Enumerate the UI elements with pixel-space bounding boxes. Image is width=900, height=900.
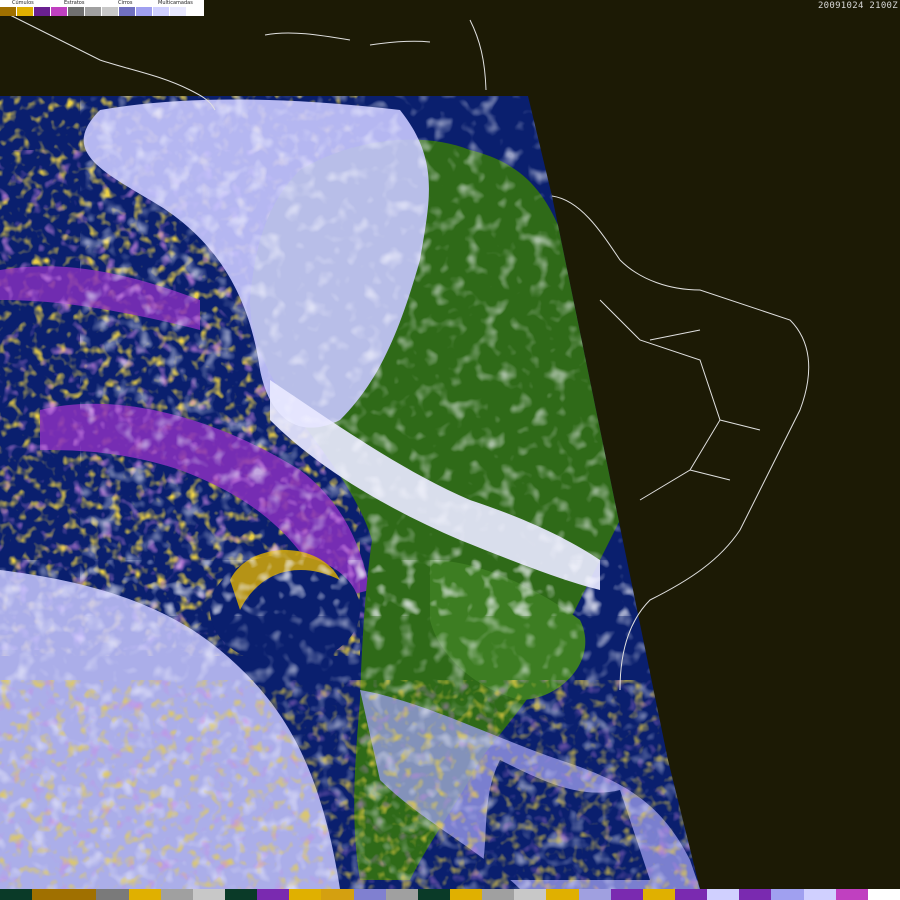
bottom-bar-swatch bbox=[546, 889, 579, 900]
legend-label-stratus: Estratos bbox=[64, 0, 85, 6]
legend-swatch bbox=[136, 7, 153, 16]
legend-swatch bbox=[85, 7, 102, 16]
image-timestamp: 20091024 2100Z bbox=[817, 1, 898, 11]
bottom-bar-swatch bbox=[224, 889, 258, 900]
bottom-bar-swatch bbox=[674, 889, 708, 900]
bottom-bar-swatch bbox=[160, 889, 193, 900]
bottom-bar-swatch bbox=[642, 889, 675, 900]
bottom-bar-swatch bbox=[739, 889, 772, 900]
bottom-color-bar bbox=[0, 889, 900, 900]
bottom-bar-swatch bbox=[96, 889, 129, 900]
legend-swatch bbox=[102, 7, 119, 16]
legend-swatch bbox=[0, 7, 17, 16]
legend-swatch bbox=[153, 7, 170, 16]
bottom-bar-swatch bbox=[803, 889, 836, 900]
legend-swatch bbox=[51, 7, 68, 16]
bottom-bar-swatch bbox=[867, 889, 900, 900]
bottom-bar-swatch bbox=[449, 889, 483, 900]
legend-swatch bbox=[119, 7, 136, 16]
bottom-bar-swatch bbox=[321, 889, 354, 900]
bottom-bar-swatch bbox=[417, 889, 450, 900]
bottom-bar-swatch bbox=[353, 889, 386, 900]
legend-swatch bbox=[187, 7, 204, 16]
bottom-bar-swatch bbox=[64, 889, 97, 900]
legend-swatch bbox=[68, 7, 85, 16]
legend-swatch bbox=[17, 7, 34, 16]
bottom-bar-swatch bbox=[514, 889, 547, 900]
bottom-bar-swatch bbox=[385, 889, 418, 900]
bottom-bar-swatch bbox=[707, 889, 740, 900]
stratus-speckle-south bbox=[0, 680, 700, 889]
bottom-bar-swatch bbox=[835, 889, 868, 900]
legend-swatch bbox=[34, 7, 51, 16]
cloud-type-legend: Cúmulos Estratos Cirros Multicamadas bbox=[0, 0, 204, 16]
bottom-bar-swatch bbox=[192, 889, 225, 900]
bottom-bar-swatch bbox=[482, 889, 515, 900]
bottom-bar-swatch bbox=[289, 889, 322, 900]
legend-swatch bbox=[170, 7, 187, 16]
legend-label-cumulus: Cúmulos bbox=[12, 0, 34, 6]
bottom-bar-swatch bbox=[32, 889, 65, 900]
bottom-bar-swatch bbox=[257, 889, 290, 900]
bottom-bar-swatch bbox=[610, 889, 643, 900]
legend-labels: Cúmulos Estratos Cirros Multicamadas bbox=[0, 0, 204, 7]
legend-swatches bbox=[0, 7, 204, 16]
bottom-bar-swatch bbox=[0, 889, 33, 900]
bottom-bar-swatch bbox=[771, 889, 804, 900]
bottom-bar-swatch bbox=[128, 889, 161, 900]
bottom-bar-swatch bbox=[578, 889, 611, 900]
legend-label-cirrus: Cirros bbox=[118, 0, 133, 6]
legend-label-multilayer: Multicamadas bbox=[158, 0, 193, 6]
satellite-cloud-map bbox=[0, 0, 900, 900]
